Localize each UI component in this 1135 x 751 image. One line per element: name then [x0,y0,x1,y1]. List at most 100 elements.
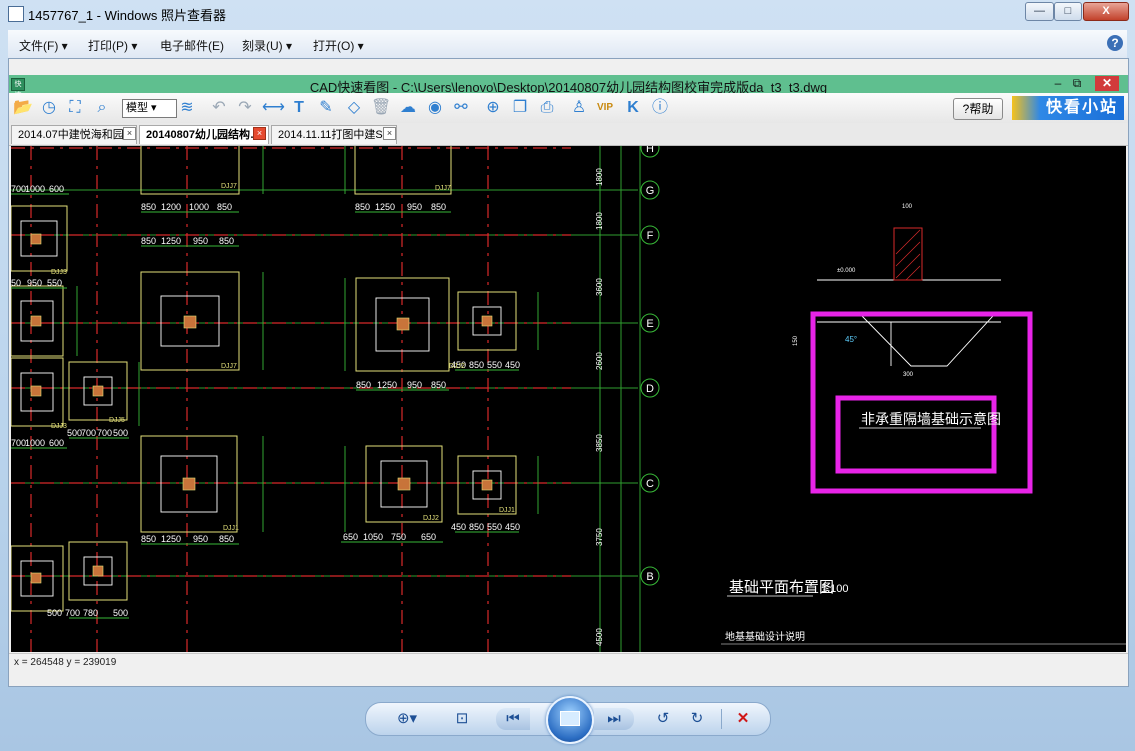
foundation-label: DJJ2 [449,363,465,370]
compare-icon[interactable]: ❐ [510,98,530,118]
foundation-label: DJJ3 [51,423,67,430]
hide-icon[interactable]: ◉ [425,98,445,118]
fit-view-icon[interactable]: ⛶ [65,98,85,118]
cad-title-bar: 快速 CAD快速看图 - C:\Users\lenovo\Desktop\201… [9,75,1128,99]
history-icon[interactable]: ◷ [39,98,59,118]
next-icon[interactable]: ⏭ [594,708,634,730]
pen-icon[interactable]: ✎ [316,98,336,118]
dim-text: 850 [141,202,156,212]
dim-text: 1250 [375,202,395,212]
document-tab-label: 20140807幼儿园结构… [146,129,261,141]
actual-size-icon[interactable]: ⊡ [450,708,474,730]
eraser-icon[interactable]: ◇ [344,98,364,118]
spacing-text: 3750 [595,528,604,546]
dim-text: 850 [219,534,234,544]
axis-label: E [646,318,653,330]
dim-text: 1050 [363,532,383,542]
dim-text: 650 [421,532,436,542]
undo-icon[interactable]: ↶ [209,98,229,118]
tab-close-icon[interactable]: × [253,127,266,140]
cad-restore-button[interactable]: ⧉ [1068,76,1086,91]
menu-burn[interactable]: 刻录(U) ▾ [242,37,292,54]
close-button[interactable]: X [1083,2,1129,21]
axis-label: F [647,230,654,242]
document-tab[interactable]: 2014.11.11打图中建S… [271,125,397,144]
photo-viewer-icon [8,6,24,22]
dim-text: 850 [217,202,232,212]
zoom-in-icon[interactable]: ⊕ [483,98,503,118]
dim-text: 50 [11,278,21,288]
divider [721,709,722,729]
document-tab[interactable]: 2014.07中建悦海和园… [11,125,137,144]
dim-text: 1250 [161,534,181,544]
menu-print[interactable]: 打印(P) ▾ [88,37,137,54]
info-icon[interactable]: ⓘ [650,98,670,118]
axis-label: H [646,146,654,155]
kuaikan-k-icon[interactable]: K [623,98,643,118]
rotate-counterclockwise-icon[interactable]: ↺ [652,708,674,730]
layers-icon[interactable]: ≋ [177,98,197,118]
delete-icon[interactable]: ✕ [732,708,754,730]
document-tab-label: 2014.07中建悦海和园… [18,129,135,141]
dim-text: 950 [193,534,208,544]
dim-text: 550 [47,278,62,288]
minimize-button[interactable]: — [1025,2,1054,21]
dim-text: 450 [505,522,520,532]
dim-text: 750 [391,532,406,542]
section-title: 非承重隔墙基础示意图 [861,411,1001,427]
redo-icon[interactable]: ↷ [235,98,255,118]
dim-text: 700 [97,428,112,438]
print-icon[interactable]: ⎙ [537,98,557,118]
section-dim-top: 100 [902,204,913,210]
cad-minimize-button[interactable]: – [1049,76,1067,91]
text-icon[interactable]: T [289,98,309,118]
help-button[interactable]: ?帮助 [953,98,1003,120]
measure-icon[interactable]: ⟷ [262,98,285,118]
user-icon[interactable]: ♙ [569,98,589,118]
cad-toolbar: 📂 ◷ ⛶ ⌕ 模型 ▾ ≋ ↶ ↷ ⟷ T ✎ ◇ 🗑 ☁ ◉ ⚯ ⊕ ❐ ⎙… [9,93,1128,124]
open-folder-icon[interactable]: 📂 [13,98,33,118]
axis-label: C [646,478,654,490]
menu-file[interactable]: 文件(F) ▾ [19,37,68,54]
menu-bar: 文件(F) ▾ 打印(P) ▾ 电子邮件(E) 刻录(U) ▾ 打开(O) ▾ … [8,30,1127,59]
dim-text: 450 [505,360,520,370]
spacing-text: 4500 [595,628,604,646]
document-tab[interactable]: 20140807幼儿园结构… [139,125,269,144]
cad-drawing-canvas[interactable]: 850 1200 1000 850 850 1250 950 850 850 1… [11,146,1126,652]
foundation-label: DJJ1 [499,507,515,514]
dim-text: 700 [81,428,96,438]
axis-label: B [646,571,653,583]
window-title: 1457767_1 - Windows 照片查看器 [28,8,226,23]
foundation-label: DJJ3 [51,269,67,276]
delete-annotation-icon[interactable]: 🗑 [371,98,391,118]
kuaikan-station-logo[interactable]: 快看小站 [1012,96,1124,120]
dim-text: 850 [469,522,484,532]
menu-open[interactable]: 打开(O) ▾ [313,37,364,54]
rotate-clockwise-icon[interactable]: ↻ [686,708,708,730]
model-select[interactable]: 模型 ▾ [122,99,177,118]
dim-text: 780 [83,608,98,618]
cursor-coordinates: x = 264548 y = 239019 [14,657,117,668]
cad-close-button[interactable]: ✕ [1095,76,1119,91]
slideshow-button[interactable] [546,696,594,744]
foundation-label: DJJ5 [109,417,125,424]
menu-email[interactable]: 电子邮件(E) [160,37,224,54]
spacing-text: 1800 [595,168,604,186]
vip-icon[interactable]: VIP [595,98,615,118]
link-icon[interactable]: ⚯ [451,98,471,118]
dim-text: 700 [65,608,80,618]
previous-icon[interactable]: ⏮ [496,708,530,730]
dim-text: 1250 [377,380,397,390]
foundation-label: DJJ1 [223,525,239,532]
spacing-text: 2600 [595,352,604,370]
maximize-button[interactable]: □ [1054,2,1082,21]
cloud-icon[interactable]: ☁ [398,98,418,118]
help-icon[interactable]: ? [1107,35,1123,51]
dim-text: 500 [113,428,128,438]
tab-close-icon[interactable]: × [383,127,396,140]
tab-close-icon[interactable]: × [123,127,136,140]
zoom-icon[interactable]: ⊕▾ [392,708,422,730]
cad-status-bar: x = 264548 y = 239019 [9,653,1128,672]
dim-text: 850 [219,236,234,246]
zoom-window-icon[interactable]: ⌕ [92,98,112,118]
